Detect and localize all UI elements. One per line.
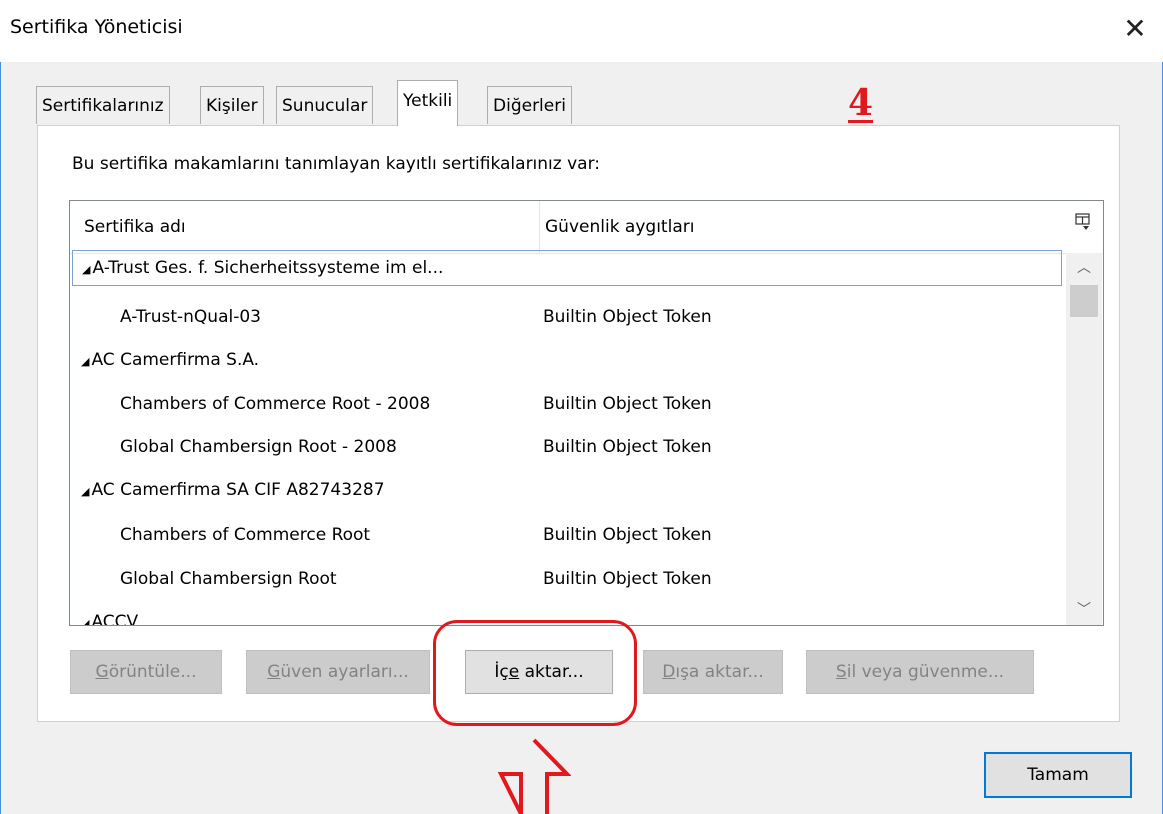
- description-text: Bu sertifika makamlarını tanımlayan kayı…: [72, 154, 601, 174]
- expanded-triangle-icon[interactable]: ◢: [81, 485, 89, 498]
- close-icon[interactable]: ✕: [1118, 10, 1152, 48]
- scroll-down-icon[interactable]: ﹀: [1066, 595, 1102, 625]
- expanded-triangle-icon[interactable]: ◢: [81, 617, 89, 625]
- delete-or-distrust-button[interactable]: Sil veya güvenme...: [806, 650, 1034, 694]
- tree-cert-row[interactable]: Chambers of Commerce Root - 2008 Builtin…: [72, 387, 1062, 423]
- cert-name: Chambers of Commerce Root: [120, 525, 371, 545]
- window-border-left: [0, 62, 1, 814]
- tab-others[interactable]: Diğerleri: [487, 86, 572, 124]
- tab-authorities[interactable]: Yetkili: [397, 80, 459, 126]
- cert-device: Builtin Object Token: [543, 437, 712, 457]
- view-accesskey: G: [95, 662, 109, 682]
- view-label-post: örüntüle...: [108, 662, 197, 682]
- export-button[interactable]: Dışa aktar...: [643, 650, 783, 694]
- group-name: ACCV: [91, 612, 139, 626]
- highlight-circle-annotation: [433, 620, 637, 726]
- cert-name: Chambers of Commerce Root - 2008: [120, 394, 431, 414]
- scrollbar-thumb[interactable]: [1070, 285, 1098, 317]
- title-bar: Sertifika Yöneticisi ✕: [0, 0, 1163, 62]
- export-label-post: ışa aktar...: [675, 662, 764, 682]
- trust-accesskey: G: [267, 662, 281, 682]
- export-accesskey: D: [662, 662, 676, 682]
- tree-group-row[interactable]: ◢ A-Trust Ges. f. Sicherheitssysteme im e…: [72, 250, 1062, 286]
- column-header-security-device[interactable]: Güvenlik aygıtları: [545, 217, 694, 237]
- cert-name: Global Chambersign Root - 2008: [120, 437, 397, 457]
- tree-cert-row[interactable]: Global Chambersign Root - 2008 Builtin O…: [72, 430, 1062, 466]
- up-arrow-annotation-icon: [497, 738, 571, 814]
- expanded-triangle-icon[interactable]: ◢: [81, 355, 89, 368]
- tab-people[interactable]: Kişiler: [200, 86, 264, 124]
- step-number-annotation: 4: [848, 82, 874, 124]
- tree-cert-row[interactable]: Chambers of Commerce Root Builtin Object…: [72, 518, 1062, 554]
- tree-header: Sertifika adı Güvenlik aygıtları: [70, 201, 1103, 254]
- scroll-up-icon[interactable]: ︿: [1066, 253, 1102, 283]
- delete-label-post: il veya güvenme...: [846, 662, 1005, 682]
- cert-device: Builtin Object Token: [543, 307, 712, 327]
- vertical-scrollbar[interactable]: ︿ ﹀: [1066, 253, 1102, 625]
- group-name: AC Camerfirma S.A.: [91, 350, 260, 370]
- cert-name: Global Chambersign Root: [120, 569, 337, 589]
- column-picker-icon[interactable]: [1075, 213, 1095, 237]
- tree-cert-row[interactable]: Global Chambersign Root Builtin Object T…: [72, 562, 1062, 598]
- certificate-tree[interactable]: Sertifika adı Güvenlik aygıtları ◢ A-Trus…: [69, 200, 1104, 626]
- tab-certificates[interactable]: Sertifikalarınız: [36, 86, 170, 124]
- tree-group-row[interactable]: ◢ AC Camerfirma S.A.: [72, 343, 1062, 379]
- group-name: AC Camerfirma SA CIF A82743287: [91, 480, 385, 500]
- view-button[interactable]: Görüntüle...: [70, 650, 222, 694]
- cert-name: A-Trust-nQual-03: [120, 307, 261, 327]
- delete-accesskey: S: [835, 662, 847, 682]
- cert-device: Builtin Object Token: [543, 394, 712, 414]
- group-name: A-Trust Ges. f. Sicherheitssysteme im el…: [92, 258, 444, 278]
- tree-group-row[interactable]: ◢ AC Camerfirma SA CIF A82743287: [72, 473, 1062, 509]
- expanded-triangle-icon[interactable]: ◢: [82, 263, 90, 276]
- trust-label-post: üven ayarları...: [280, 662, 409, 682]
- tab-servers[interactable]: Sunucular: [276, 86, 374, 124]
- ok-button[interactable]: Tamam: [984, 752, 1132, 798]
- tree-cert-row[interactable]: A-Trust-nQual-03 Builtin Object Token: [72, 300, 1062, 336]
- trust-settings-button[interactable]: Güven ayarları...: [246, 650, 430, 694]
- cert-device: Builtin Object Token: [543, 525, 712, 545]
- window-title: Sertifika Yöneticisi: [10, 16, 183, 38]
- cert-device: Builtin Object Token: [543, 569, 712, 589]
- column-separator[interactable]: [539, 201, 540, 253]
- column-header-certificate-name[interactable]: Sertifika adı: [84, 217, 186, 237]
